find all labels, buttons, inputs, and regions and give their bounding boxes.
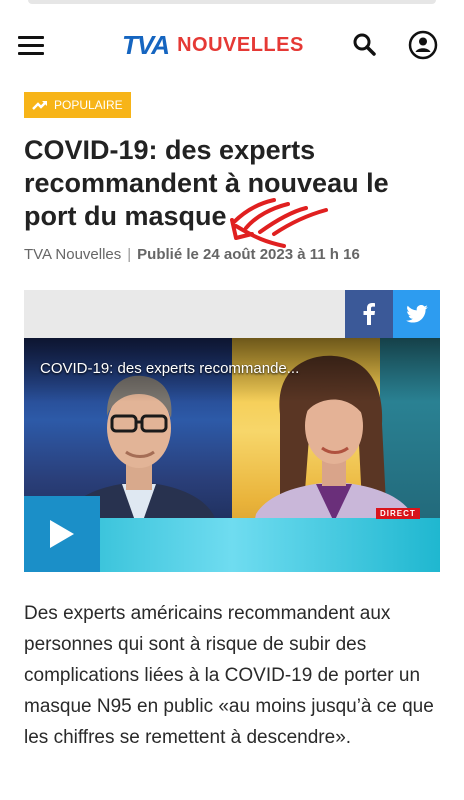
byline-separator: | [127,246,132,263]
play-button[interactable] [24,496,100,572]
facebook-icon [363,303,375,325]
hamburger-menu-icon[interactable] [18,36,44,56]
facebook-share-button[interactable] [345,290,393,338]
site-logo[interactable]: TVA NOUVELLES [122,30,304,60]
popular-badge[interactable]: POPULAIRE [24,92,131,118]
twitter-icon [405,305,428,323]
live-badge: DIRECT [376,508,420,519]
published-date: Publié le 24 août 2023 à 11 h 16 [137,246,360,263]
badge-label: POPULAIRE [54,98,123,112]
play-icon [50,520,74,548]
user-account-icon[interactable] [408,30,438,60]
video-title[interactable]: COVID-19: des experts recommande... [40,360,299,377]
status-strip [0,0,464,10]
article-source[interactable]: TVA Nouvelles [24,246,121,263]
twitter-share-button[interactable] [393,290,440,338]
site-header: TVA NOUVELLES [0,16,464,74]
search-icon[interactable] [352,32,376,56]
article-byline: TVA Nouvelles | Publié le 24 août 2023 à 1… [24,246,360,263]
logo-nouvelles: NOUVELLES [177,33,304,56]
article-headline: COVID-19: des experts recommandent à nou… [24,135,389,231]
article-body-paragraph: Des experts américains recommandent aux … [24,603,434,748]
logo-tva: TVA [122,29,170,60]
trending-up-icon [32,101,47,110]
video-player[interactable]: COVID-19: des experts recommande... DIRE… [24,338,440,572]
